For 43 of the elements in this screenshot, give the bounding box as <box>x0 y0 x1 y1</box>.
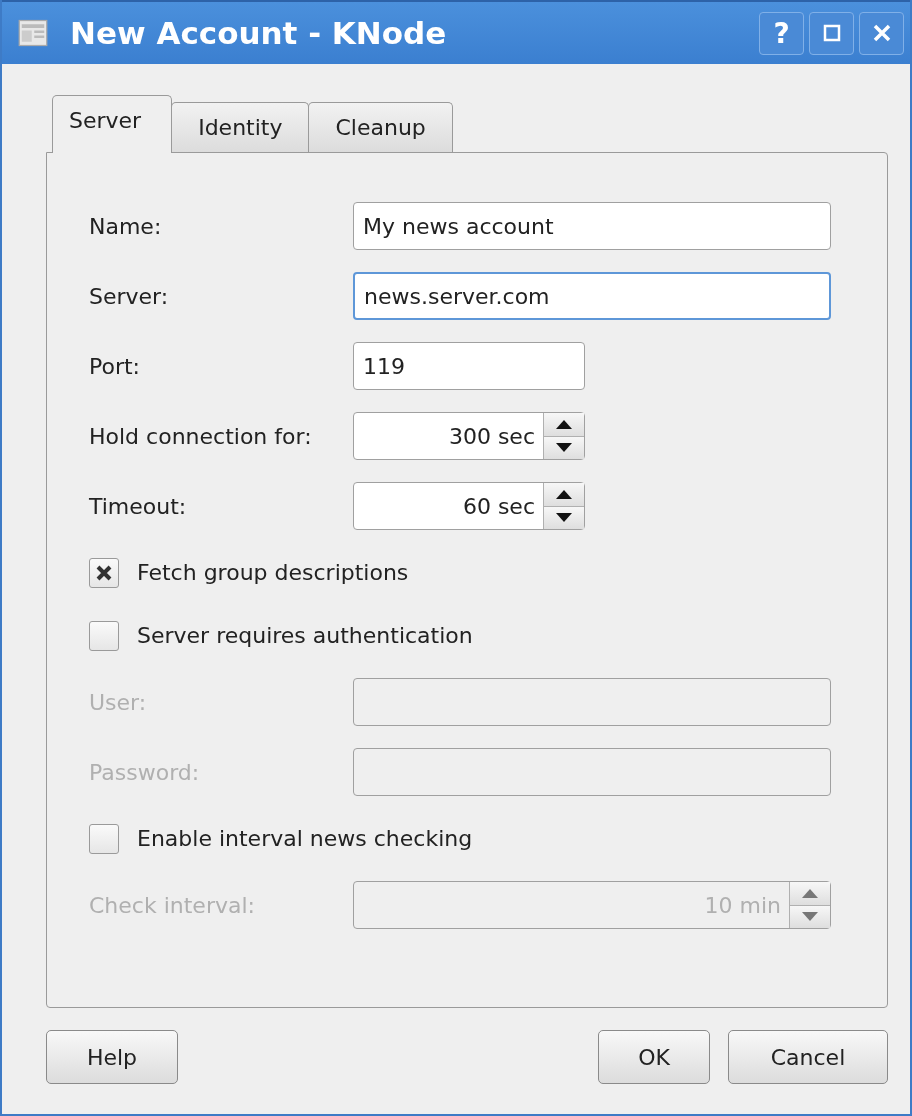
spin-box[interactable]: 300 sec <box>353 412 585 460</box>
field-label: Port: <box>89 353 142 379</box>
up-arrow-icon <box>556 489 572 499</box>
cancel-button[interactable]: Cancel <box>728 1030 888 1084</box>
spin-down-button[interactable] <box>544 436 584 459</box>
field-label: Hold connection for: <box>89 423 313 449</box>
check-mark-icon <box>96 564 112 581</box>
input-field[interactable]: My news account <box>353 202 831 250</box>
up-arrow-icon <box>556 419 572 429</box>
input-field[interactable]: news.server.com <box>353 272 831 320</box>
input-field[interactable]: 119 <box>353 342 585 390</box>
window-title: New Account - KNode <box>70 15 448 51</box>
spin-box[interactable]: 60 sec <box>353 482 585 530</box>
checkbox[interactable] <box>89 823 119 854</box>
down-arrow-icon <box>802 912 818 922</box>
checkbox-label: Server requires authentication <box>137 623 473 648</box>
field-label: Server: <box>89 283 170 309</box>
up-arrow-icon <box>802 888 818 898</box>
maximize-icon <box>822 24 841 42</box>
checkbox-label: Fetch group descriptions <box>137 560 409 585</box>
spin-down-button[interactable] <box>544 506 584 529</box>
down-arrow-icon <box>556 513 572 523</box>
spin-up-button[interactable] <box>544 483 584 507</box>
field-label: Password: <box>89 759 201 785</box>
tab[interactable]: Server <box>52 95 173 153</box>
help-button[interactable]: ? <box>759 11 804 55</box>
down-arrow-icon <box>556 443 572 453</box>
field-label: User: <box>89 689 148 715</box>
app-icon <box>18 18 48 48</box>
tab[interactable]: Identity <box>171 102 310 152</box>
field-label: Name: <box>89 213 163 239</box>
close-button[interactable] <box>859 11 904 55</box>
maximize-button[interactable] <box>809 11 854 55</box>
tab[interactable]: Cleanup <box>308 102 453 152</box>
checkbox-label: Enable interval news checking <box>137 826 473 851</box>
help-button[interactable]: Help <box>46 1030 178 1084</box>
field-label: Timeout: <box>89 493 188 519</box>
checkbox[interactable] <box>89 557 119 588</box>
checkbox[interactable] <box>89 620 119 651</box>
field-label: Check interval: <box>89 892 256 918</box>
close-icon <box>872 24 891 42</box>
spin-up-button[interactable] <box>544 413 584 437</box>
ok-button[interactable]: OK <box>598 1030 710 1084</box>
